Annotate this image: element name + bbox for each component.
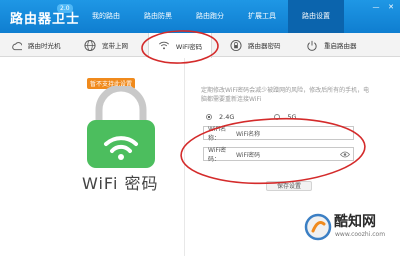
save-settings-button[interactable]: 保存设置 — [266, 181, 312, 191]
subtab-router-timemachine[interactable]: 路由时光机 — [10, 33, 61, 57]
band-2-4g-radio[interactable]: 2.4G — [206, 113, 234, 121]
nav-tab-my-router[interactable]: 我的路由 — [80, 0, 132, 33]
wifi-name-field[interactable]: WiFi名称： WiFi名称 — [203, 126, 354, 142]
restart-icon — [306, 39, 318, 51]
wifi-name-label: WiFi名称： — [208, 126, 227, 142]
close-button[interactable]: ✕ — [385, 2, 397, 12]
eye-icon[interactable] — [340, 151, 350, 158]
nav-tab-anti-hack[interactable]: 路由防黑 — [132, 0, 184, 33]
band-label: 2.4G — [219, 113, 235, 121]
subtab-label: 路由器密码 — [248, 42, 281, 50]
subtab-label: 宽带上网 — [102, 42, 128, 50]
wifi-password-title: WiFi 密码 — [82, 174, 159, 193]
wifi-password-value: WiFi密码 — [236, 151, 261, 159]
nav-tab-benchmark[interactable]: 路由跑分 — [184, 0, 236, 33]
band-5g-radio[interactable]: 5G — [274, 113, 297, 121]
globe-icon — [84, 39, 96, 51]
wifi-password-label: WiFi密码： — [208, 147, 227, 163]
radio-checked-icon — [206, 114, 212, 120]
subtab-label: WiFi密码 — [175, 42, 203, 51]
wifi-password-field[interactable]: WiFi密码： WiFi密码 — [203, 147, 354, 163]
wifi-lock-icon — [87, 86, 155, 168]
clock-icon — [10, 39, 22, 51]
notice-text: 定期修改WiFi密码会减少被蹭网的风险，修改后所有的手机，电脑都需要重新连接Wi… — [201, 87, 370, 103]
subtab-label: 重启路由器 — [324, 42, 357, 50]
band-selector: 2.4G 5G — [206, 113, 297, 121]
subtab-restart-router[interactable]: 重启路由器 — [306, 33, 357, 57]
wifi-icon — [158, 40, 170, 52]
nav-tab-extensions[interactable]: 扩展工具 — [236, 0, 288, 33]
title-bar: 路由器卫士 2.0 我的路由 路由防黑 路由跑分 扩展工具 路由设置 — ✕ — [0, 0, 400, 33]
watermark: 酷知网 www.coozhi.com — [302, 209, 398, 246]
coozhi-logo-icon — [304, 213, 332, 241]
settings-subtab-bar: 路由时光机 宽带上网 WiFi密码 路由器密码 重启路由器 — [0, 33, 400, 58]
nav-tab-router-settings[interactable]: 路由设置 — [288, 0, 344, 33]
wifi-name-value: WiFi名称 — [236, 130, 261, 138]
version-badge: 2.0 — [57, 4, 73, 13]
watermark-name: 酷知网 — [334, 214, 376, 230]
subtab-label: 路由时光机 — [28, 42, 61, 50]
lock-circle-icon — [230, 39, 242, 51]
watermark-url: www.coozhi.com — [335, 231, 386, 238]
radio-unchecked-icon — [274, 114, 281, 120]
subtab-router-password[interactable]: 路由器密码 — [230, 33, 281, 57]
subtab-broadband[interactable]: 宽带上网 — [84, 33, 128, 57]
minimize-button[interactable]: — — [370, 2, 382, 12]
band-label: 5G — [287, 113, 297, 121]
left-panel: 暂不支持此设置 WiFi 密码 — [0, 58, 185, 256]
subtab-wifi-password[interactable]: WiFi密码 — [148, 33, 212, 58]
